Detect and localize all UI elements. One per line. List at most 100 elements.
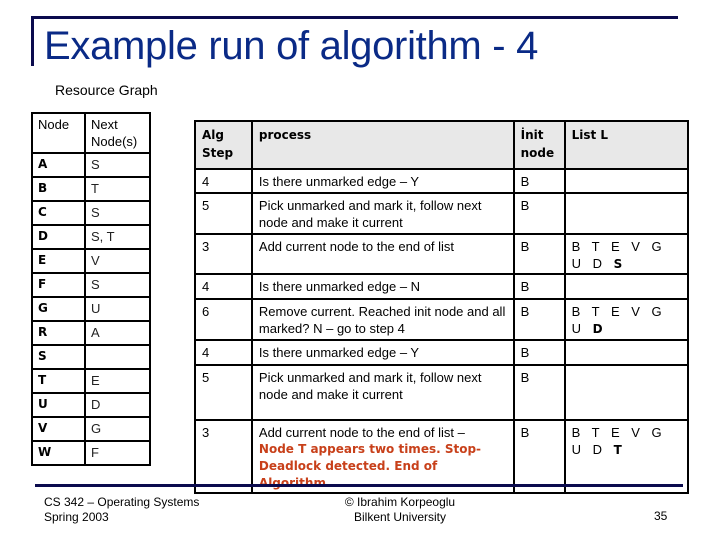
list-l-prefix: B T E V G U: [571, 304, 666, 336]
slide-title: Example run of algorithm - 4: [44, 24, 539, 68]
list-l-latest-node: S: [613, 257, 627, 271]
algorithm-step-row: 3 Add current node to the end of list – No…: [194, 419, 690, 494]
footer-divider: [35, 484, 683, 487]
node-cell: U: [31, 392, 86, 418]
list-l-cell: [563, 168, 690, 194]
process-cell: Pick unmarked and mark it, follow next n…: [250, 364, 515, 421]
init-node-cell: B: [512, 364, 566, 421]
node-column-header: Node: [31, 112, 86, 154]
resource-graph-row: FS: [31, 272, 151, 298]
process-text: Is there unmarked edge – Y: [258, 345, 420, 360]
next-nodes-cell: A: [84, 320, 151, 346]
process-text: Remove current. Reached init node and al…: [258, 304, 506, 336]
node-cell: F: [31, 272, 86, 298]
process-cell: Add current node to the end of list – Nod…: [250, 419, 515, 494]
algorithm-step-row: 5 Pick unmarked and mark it, follow next …: [194, 192, 690, 235]
footer-author: © Ibrahim Korpeoglu: [344, 495, 456, 509]
algorithm-step-row: 6 Remove current. Reached init node and a…: [194, 298, 690, 341]
next-nodes-cell: T: [84, 176, 151, 202]
resource-graph-row: D S, T: [31, 224, 151, 250]
resource-graph-row: WF: [31, 440, 151, 466]
process-column-header: process: [250, 120, 515, 170]
resource-graph-row: RA: [31, 320, 151, 346]
footer-course-info: CS 342 – Operating Systems Spring 2003: [44, 495, 199, 525]
list-l-cell: B T E V G U D: [563, 298, 690, 341]
alg-step-cell: 5: [194, 192, 253, 235]
title-frame-left-line: [31, 16, 34, 66]
next-nodes-cell: V: [84, 248, 151, 274]
footer-copyright: © Ibrahim Korpeoglu Bilkent University: [320, 495, 480, 525]
process-text: Add current node to the end of list –: [258, 425, 465, 440]
next-nodes-cell: F: [84, 440, 151, 466]
algorithm-steps-table: Alg Step process İnit node List L 4 Is th…: [194, 120, 690, 494]
next-nodes-cell: G: [84, 416, 151, 442]
init-node-cell: B: [512, 273, 566, 300]
next-nodes-cell: S, T: [84, 224, 151, 250]
list-l-cell: [563, 192, 690, 235]
node-cell: E: [31, 248, 86, 274]
list-l-cell: B T E V G U D T: [563, 419, 690, 494]
init-node-cell: B: [512, 298, 566, 341]
resource-graph-row: GU: [31, 296, 151, 322]
init-node-cell: B: [512, 233, 566, 275]
node-cell: S: [31, 344, 86, 370]
next-nodes-cell: D: [84, 392, 151, 418]
process-cell: Remove current. Reached init node and al…: [250, 298, 515, 341]
list-l-cell: B T E V G U D S: [563, 233, 690, 275]
list-l-cell: [563, 273, 690, 300]
algorithm-step-row: 4 Is there unmarked edge – N B: [194, 273, 690, 300]
resource-graph-row: AS: [31, 152, 151, 178]
next-nodes-cell: [84, 344, 151, 370]
node-cell: C: [31, 200, 86, 226]
resource-graph-header-row: Node Next Node(s): [31, 112, 151, 154]
node-cell: W: [31, 440, 86, 466]
next-nodes-cell: S: [84, 152, 151, 178]
init-node-cell: B: [512, 192, 566, 235]
alg-step-cell: 3: [194, 419, 253, 494]
node-cell: R: [31, 320, 86, 346]
alg-step-cell: 4: [194, 273, 253, 300]
process-cell: Pick unmarked and mark it, follow next n…: [250, 192, 515, 235]
node-cell: A: [31, 152, 86, 178]
alg-step-column-header: Alg Step: [194, 120, 253, 170]
list-l-cell: [563, 339, 690, 366]
algorithm-step-row: 4 Is there unmarked edge – Y B: [194, 339, 690, 366]
process-cell: Is there unmarked edge – Y: [250, 339, 515, 366]
alg-step-cell: 4: [194, 168, 253, 194]
footer-institution: Bilkent University: [353, 510, 447, 524]
init-node-cell: B: [512, 168, 566, 194]
page-number: 35: [654, 509, 668, 523]
resource-graph-row: EV: [31, 248, 151, 274]
alg-step-cell: 6: [194, 298, 253, 341]
node-cell: T: [31, 368, 86, 394]
footer-course: CS 342 – Operating Systems: [44, 495, 200, 509]
resource-graph-row: CS: [31, 200, 151, 226]
next-nodes-cell: U: [84, 296, 151, 322]
node-cell: D: [31, 224, 86, 250]
process-cell: Is there unmarked edge – N: [250, 273, 515, 300]
title-frame-top-line: [31, 16, 678, 19]
init-node-cell: B: [512, 339, 566, 366]
next-nodes-cell: E: [84, 368, 151, 394]
next-nodes-column-header: Next Node(s): [84, 112, 151, 154]
node-cell: G: [31, 296, 86, 322]
list-l-latest-node: D: [592, 322, 607, 336]
process-text: Pick unmarked and mark it, follow next n…: [258, 198, 482, 230]
process-cell: Add current node to the end of list: [250, 233, 515, 275]
list-l-column-header: List L: [563, 120, 690, 170]
node-cell: V: [31, 416, 86, 442]
process-text: Is there unmarked edge – N: [258, 279, 421, 294]
resource-graph-label: Resource Graph: [55, 82, 158, 98]
resource-graph-row: S: [31, 344, 151, 370]
process-text: Is there unmarked edge – Y: [258, 174, 420, 189]
algorithm-header-row: Alg Step process İnit node List L: [194, 120, 690, 170]
node-cell: B: [31, 176, 86, 202]
resource-graph-row: TE: [31, 368, 151, 394]
next-nodes-cell: S: [84, 272, 151, 298]
resource-graph-row: UD: [31, 392, 151, 418]
resource-graph-table: Node Next Node(s) A S B T C S D S, TEVFSGURASTE…: [31, 112, 151, 466]
footer-term: Spring 2003: [44, 510, 109, 524]
alg-step-cell: 3: [194, 233, 253, 275]
algorithm-step-row: 4 Is there unmarked edge – Y B: [194, 168, 690, 194]
algorithm-step-row: 5 Pick unmarked and mark it, follow next …: [194, 364, 690, 421]
